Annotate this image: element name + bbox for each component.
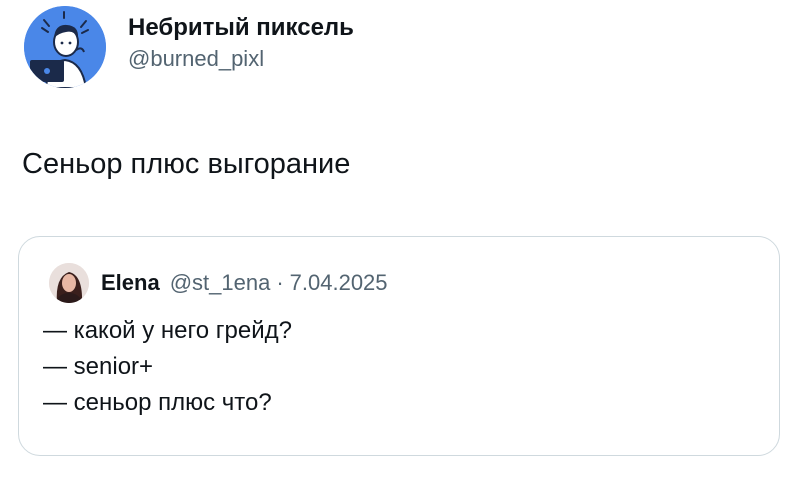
quoted-tweet-line: — сеньор плюс что? — [43, 389, 272, 416]
author-avatar[interactable] — [24, 6, 106, 88]
person-photo-icon — [49, 263, 89, 303]
quoted-tweet-date[interactable]: 7.04.2025 — [290, 270, 388, 295]
quoted-author-avatar[interactable] — [49, 263, 89, 303]
quoted-author-name[interactable]: Elena — [101, 270, 160, 296]
tweet: Небритый пиксель @burned_pixl Сеньор плю… — [0, 0, 800, 490]
tweet-text: Сеньор плюс выгорание — [22, 148, 351, 180]
quoted-tweet-card[interactable]: Elena @st_1ena · 7.04.2025 — какой у него … — [18, 236, 780, 456]
quoted-author-meta: @st_1ena · 7.04.2025 — [170, 270, 388, 296]
author-handle[interactable]: @burned_pixl — [128, 45, 354, 73]
quoted-tweet-line: — senior+ — [43, 353, 154, 380]
author-text: Небритый пиксель @burned_pixl — [128, 13, 354, 73]
author-row: Небритый пиксель @burned_pixl — [24, 6, 354, 88]
quoted-author-handle[interactable]: @st_1ena — [170, 270, 271, 295]
meta-separator: · — [276, 270, 284, 295]
developer-with-laptop-icon — [24, 6, 106, 88]
author-display-name[interactable]: Небритый пиксель — [128, 13, 354, 43]
quoted-tweet-header: Elena @st_1ena · 7.04.2025 — [49, 263, 388, 303]
quoted-tweet-line: — какой у него грейд? — [43, 317, 292, 344]
quoted-tweet-body: — какой у него грейд? — senior+ — сеньор… — [43, 313, 292, 421]
